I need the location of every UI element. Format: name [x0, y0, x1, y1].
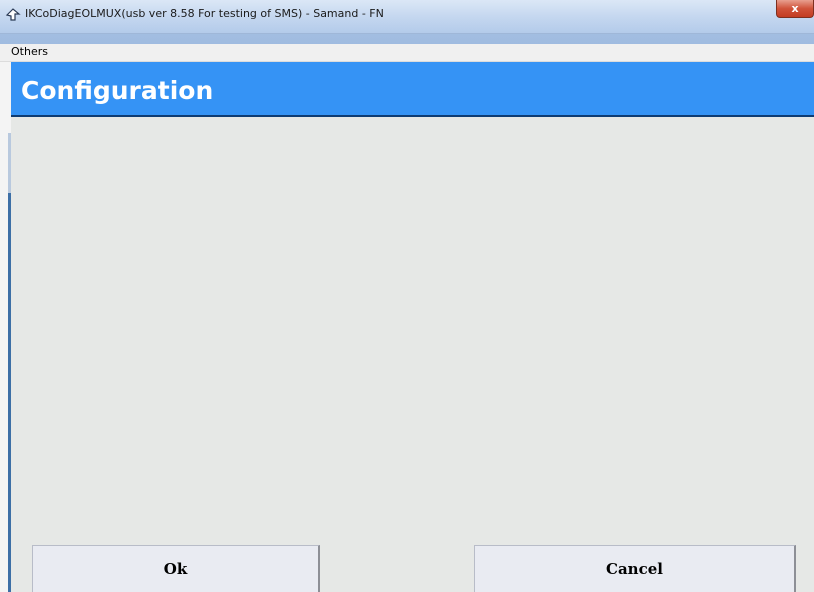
- close-icon: x: [791, 2, 799, 15]
- page-title: Configuration: [21, 76, 214, 105]
- cancel-button[interactable]: Cancel: [474, 545, 796, 592]
- window-title: IKCoDiagEOLMUX(usb ver 8.58 For testing …: [25, 7, 384, 20]
- app-logo-icon[interactable]: [5, 7, 21, 23]
- menu-bar: Others: [0, 44, 814, 62]
- window-titlebar: IKCoDiagEOLMUX(usb ver 8.58 For testing …: [0, 0, 814, 44]
- ok-button[interactable]: Ok: [32, 545, 320, 592]
- content-area: [11, 119, 814, 592]
- close-button[interactable]: x: [776, 0, 814, 18]
- menu-item-others[interactable]: Others: [11, 45, 48, 58]
- page-header: Configuration: [11, 62, 814, 117]
